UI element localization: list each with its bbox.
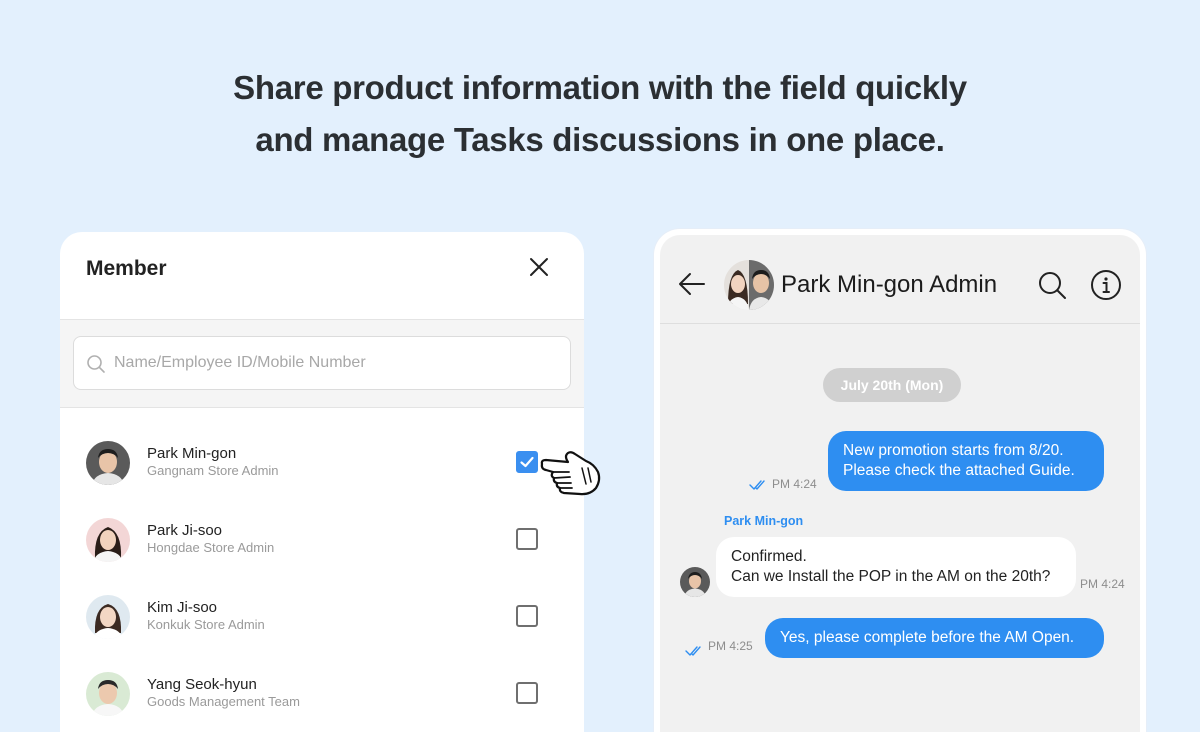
message-sender: Park Min-gon: [724, 514, 804, 528]
search-input[interactable]: [114, 337, 554, 389]
member-panel-title: Member: [86, 257, 167, 280]
member-checkbox[interactable]: [516, 528, 538, 550]
member-checkbox[interactable]: [516, 451, 538, 473]
search-icon: [87, 355, 105, 373]
member-name: Yang Seok-hyun: [147, 676, 257, 693]
message-bubble-incoming[interactable]: Confirmed. Can we Install the POP in the…: [716, 537, 1076, 597]
date-separator: July 20th (Mon): [823, 368, 961, 402]
message-time: PM 4:24: [1080, 577, 1125, 591]
headline-line-2: and manage Tasks discussions in one plac…: [255, 121, 945, 158]
message-time: PM 4:24: [772, 477, 817, 491]
member-role: Konkuk Store Admin: [147, 617, 265, 632]
message-line: Yes, please complete before the AM Open.: [780, 629, 1075, 646]
chat-phone-frame: Park Min-gon Admin July 20th (Mon) PM 4:…: [654, 229, 1146, 732]
message-bubble-outgoing[interactable]: Yes, please complete before the AM Open.: [765, 618, 1104, 658]
avatar: [86, 518, 130, 562]
sender-avatar: [680, 567, 710, 597]
read-check-icon: [685, 646, 701, 656]
message-line: New promotion starts from 8/20.: [843, 442, 1064, 459]
search-box: [73, 336, 571, 390]
member-row[interactable]: Kim Ji-soo Konkuk Store Admin: [60, 562, 584, 639]
pointing-hand-icon: [540, 451, 601, 496]
chat-header: Park Min-gon Admin: [660, 235, 1140, 324]
headline: Share product information with the field…: [0, 62, 1200, 166]
member-name: Kim Ji-soo: [147, 599, 218, 616]
chat-title: Park Min-gon Admin: [781, 271, 998, 298]
read-check-icon: [749, 480, 765, 490]
member-row[interactable]: Yang Seok-hyun Goods Management Team: [60, 639, 584, 716]
search-icon[interactable]: [1037, 270, 1067, 300]
message-line: Please check the attached Guide.: [843, 462, 1075, 479]
message-time: PM 4:25: [708, 639, 753, 653]
info-icon[interactable]: [1090, 269, 1122, 301]
member-name: Park Min-gon: [147, 445, 237, 462]
member-name: Park Ji-soo: [147, 522, 223, 539]
member-role: Gangnam Store Admin: [147, 463, 279, 478]
message-line: Confirmed.: [731, 548, 807, 565]
member-role: Hongdae Store Admin: [147, 540, 275, 555]
member-checkbox[interactable]: [516, 682, 538, 704]
check-icon: [520, 456, 534, 468]
member-panel: Member Park Min-gon Gan: [60, 232, 584, 732]
member-checkbox[interactable]: [516, 605, 538, 627]
member-role: Goods Management Team: [147, 694, 300, 709]
back-arrow-icon[interactable]: [677, 271, 707, 297]
member-row[interactable]: Park Ji-soo Hongdae Store Admin: [60, 485, 584, 562]
message-bubble-outgoing[interactable]: New promotion starts from 8/20. Please c…: [828, 431, 1104, 491]
chat-screen: Park Min-gon Admin July 20th (Mon) PM 4:…: [660, 235, 1140, 732]
headline-line-1: Share product information with the field…: [233, 69, 967, 106]
message-line: Can we Install the POP in the AM on the …: [731, 568, 1051, 585]
avatar: [86, 672, 130, 716]
member-row[interactable]: Park Min-gon Gangnam Store Admin: [60, 408, 584, 485]
member-panel-header: Member: [60, 232, 584, 320]
search-area: [60, 320, 584, 408]
chat-avatar: [724, 260, 774, 310]
avatar: [86, 595, 130, 639]
avatar: [86, 441, 130, 485]
close-icon[interactable]: [526, 254, 552, 280]
